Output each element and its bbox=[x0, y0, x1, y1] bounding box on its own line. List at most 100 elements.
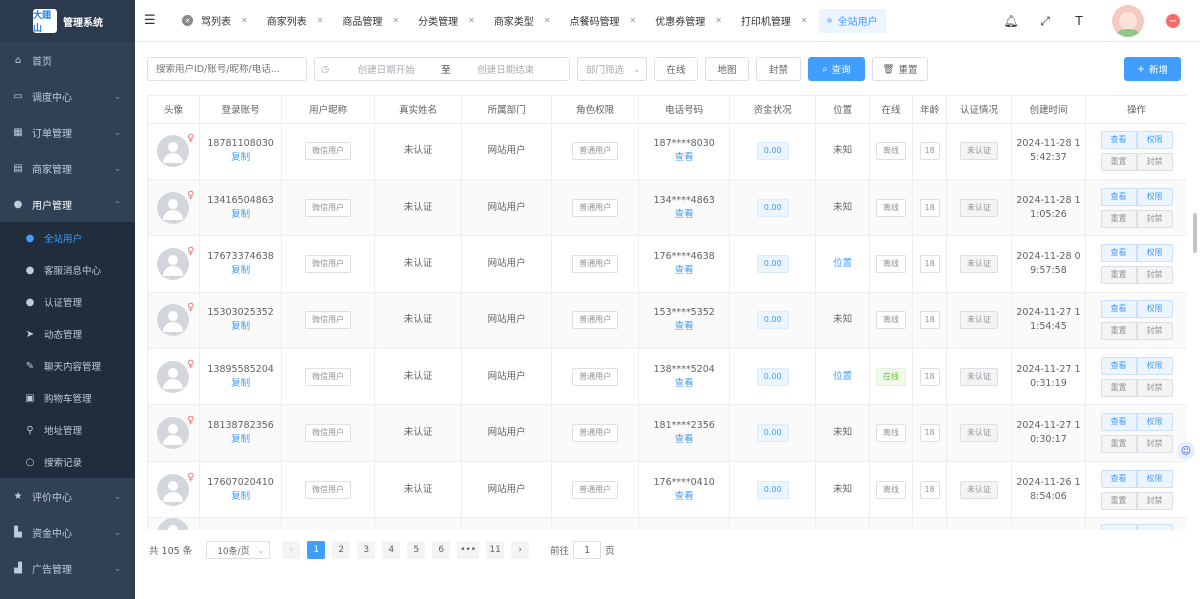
page-button[interactable]: 11 bbox=[486, 541, 505, 559]
ban-user-button[interactable]: 封禁 bbox=[1136, 265, 1173, 284]
map-button[interactable]: 地图 bbox=[705, 57, 749, 81]
view-button[interactable]: 查看 bbox=[1100, 300, 1137, 319]
permission-button[interactable]: 权限 bbox=[1136, 187, 1173, 206]
ban-user-button[interactable]: 封禁 bbox=[1136, 378, 1173, 397]
reset-user-button[interactable]: 重置 bbox=[1100, 153, 1137, 172]
permission-button[interactable]: 权限 bbox=[1136, 356, 1173, 375]
view-phone-link[interactable]: 查看 bbox=[639, 151, 729, 165]
money-tag[interactable]: 0.00 bbox=[756, 367, 789, 386]
date-start[interactable]: 创建日期开始 bbox=[343, 62, 429, 76]
close-icon[interactable]: ✕ bbox=[715, 16, 722, 25]
online-button[interactable]: 在线 bbox=[654, 57, 698, 81]
ban-user-button[interactable]: 封禁 bbox=[1136, 209, 1173, 228]
reset-user-button[interactable]: 重置 bbox=[1100, 378, 1137, 397]
view-button[interactable]: 查看 bbox=[1100, 243, 1137, 262]
reset-user-button[interactable]: 重置 bbox=[1100, 209, 1137, 228]
view-phone-link[interactable]: 查看 bbox=[639, 264, 729, 278]
tab-item[interactable]: 分类管理 ✕ bbox=[410, 9, 483, 33]
submenu-all-users[interactable]: ● 全站用户 bbox=[0, 222, 135, 254]
tab-item[interactable]: 商家列表 ✕ bbox=[259, 9, 332, 33]
ban-filter-button[interactable]: 封禁 bbox=[756, 57, 801, 81]
money-tag[interactable]: 0.00 bbox=[756, 311, 789, 330]
tab-all-users[interactable]: 全站用户 bbox=[818, 8, 886, 33]
bell-icon[interactable]: 🔔︎ bbox=[1003, 14, 1018, 28]
menu-home[interactable]: ⌂ 首页 bbox=[0, 42, 135, 78]
permission-button[interactable]: 权限 bbox=[1136, 131, 1173, 150]
reset-user-button[interactable]: 重置 bbox=[1100, 265, 1137, 284]
view-phone-link[interactable]: 查看 bbox=[639, 320, 729, 334]
ban-user-button[interactable]: 封禁 bbox=[1136, 435, 1173, 454]
view-button[interactable] bbox=[1100, 524, 1137, 530]
view-button[interactable]: 查看 bbox=[1100, 131, 1137, 150]
menu-ads[interactable]: ▟ 广告管理 ⌄ bbox=[0, 550, 135, 586]
user-avatar[interactable]: ♀ bbox=[157, 190, 194, 224]
tab-item[interactable]: 商品管理 ✕ bbox=[334, 9, 407, 33]
page-button[interactable]: 2 bbox=[332, 541, 351, 559]
search-input[interactable] bbox=[147, 57, 307, 81]
user-avatar[interactable] bbox=[157, 518, 190, 530]
close-icon[interactable]: ✕ bbox=[182, 15, 193, 26]
ban-user-button[interactable]: 封禁 bbox=[1136, 153, 1173, 172]
view-phone-link[interactable]: 查看 bbox=[639, 377, 729, 391]
next-page-button[interactable]: › bbox=[511, 541, 530, 559]
ban-user-button[interactable]: 封禁 bbox=[1136, 491, 1173, 510]
font-size-icon[interactable]: T bbox=[1072, 14, 1086, 28]
permission-button[interactable]: 权限 bbox=[1136, 300, 1173, 319]
view-button[interactable]: 查看 bbox=[1100, 469, 1137, 488]
tab-item[interactable]: 点餐码管理 ✕ bbox=[562, 9, 645, 33]
tab-item[interactable]: 商家类型 ✕ bbox=[486, 9, 559, 33]
view-button[interactable]: 查看 bbox=[1100, 187, 1137, 206]
copy-link[interactable]: 复制 bbox=[200, 208, 281, 222]
permission-button[interactable]: 权限 bbox=[1136, 469, 1173, 488]
fullscreen-icon[interactable]: ⤢ bbox=[1038, 14, 1052, 28]
close-icon[interactable]: ✕ bbox=[392, 16, 399, 25]
reset-user-button[interactable]: 重置 bbox=[1100, 491, 1137, 510]
copy-link[interactable]: 复制 bbox=[200, 151, 281, 165]
add-button[interactable]: + 新增 bbox=[1124, 57, 1181, 81]
search-input-field[interactable] bbox=[156, 63, 306, 75]
user-avatar[interactable]: ♀ bbox=[157, 472, 194, 506]
permission-button[interactable]: 权限 bbox=[1136, 413, 1173, 432]
prev-page-button[interactable]: ‹ bbox=[282, 541, 301, 559]
copy-link[interactable]: 复制 bbox=[200, 264, 281, 278]
money-tag[interactable]: 0.00 bbox=[756, 480, 789, 499]
permission-button[interactable] bbox=[1136, 524, 1173, 530]
reset-user-button[interactable]: 重置 bbox=[1100, 322, 1137, 341]
tab-item[interactable]: 优惠券管理 ✕ bbox=[647, 9, 730, 33]
view-button[interactable]: 查看 bbox=[1100, 356, 1137, 375]
page-button[interactable]: 1 bbox=[307, 541, 326, 559]
submenu-address[interactable]: ⚲ 地址管理 bbox=[0, 414, 135, 446]
avatar[interactable] bbox=[1112, 5, 1144, 37]
reset-button[interactable]: 🗑︎ 重置 bbox=[872, 57, 928, 81]
submenu-cart[interactable]: ▣ 购物车管理 bbox=[0, 382, 135, 414]
page-button[interactable]: 4 bbox=[382, 541, 401, 559]
page-button[interactable]: 6 bbox=[432, 541, 451, 559]
submenu-moments[interactable]: ➤ 动态管理 bbox=[0, 318, 135, 350]
location-value[interactable]: 位置 bbox=[833, 258, 852, 269]
close-icon[interactable]: ✕ bbox=[317, 16, 324, 25]
money-tag[interactable]: 0.00 bbox=[756, 424, 789, 443]
submenu-service-messages[interactable]: ● 客服消息中心 bbox=[0, 254, 135, 286]
more-pages-button[interactable]: ••• bbox=[457, 541, 480, 559]
close-icon[interactable]: ✕ bbox=[801, 16, 808, 25]
user-avatar[interactable]: ♀ bbox=[157, 359, 194, 393]
reset-user-button[interactable]: 重置 bbox=[1100, 435, 1137, 454]
menu-funds[interactable]: ▙ 资金中心 ⌄ bbox=[0, 514, 135, 550]
copy-link[interactable]: 复制 bbox=[200, 377, 281, 391]
copy-link[interactable]: 复制 bbox=[200, 320, 281, 334]
user-avatar[interactable]: ♀ bbox=[157, 133, 194, 168]
copy-link[interactable]: 复制 bbox=[200, 433, 281, 447]
user-avatar[interactable]: ♀ bbox=[157, 415, 194, 450]
scrollbar[interactable] bbox=[1193, 213, 1197, 253]
money-tag[interactable]: 0.00 bbox=[756, 142, 789, 161]
ban-user-button[interactable]: 封禁 bbox=[1136, 322, 1173, 341]
page-size-select[interactable]: 10条/页 ⌄ bbox=[206, 541, 271, 559]
tab-item[interactable]: 打印机管理 ✕ bbox=[733, 9, 816, 33]
view-button[interactable]: 查看 bbox=[1100, 413, 1137, 432]
goto-page-input[interactable]: 1 bbox=[573, 541, 602, 559]
menu-orders[interactable]: ▦ 订单管理 ⌄ bbox=[0, 114, 135, 150]
view-phone-link[interactable]: 查看 bbox=[639, 433, 729, 447]
logout-icon[interactable]: − bbox=[1166, 14, 1180, 28]
view-phone-link[interactable]: 查看 bbox=[639, 208, 729, 222]
money-tag[interactable]: 0.00 bbox=[756, 198, 789, 217]
